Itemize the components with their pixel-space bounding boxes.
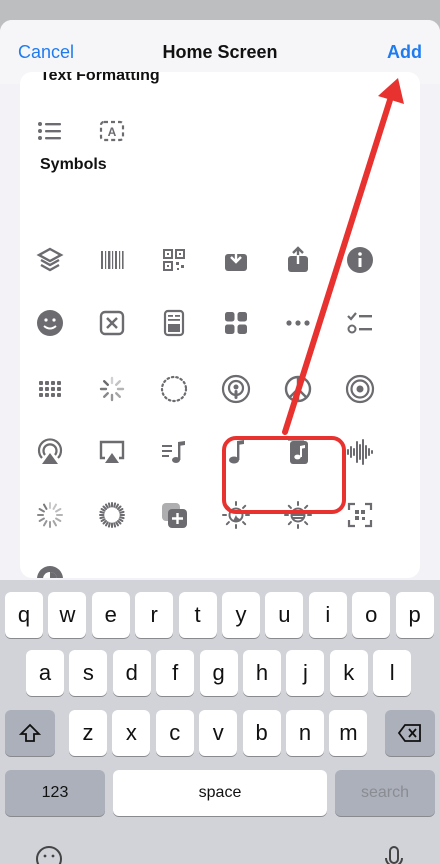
spinner-icon[interactable] — [88, 365, 136, 413]
dotted-circle-icon[interactable] — [150, 365, 198, 413]
add-button[interactable]: Add — [387, 42, 422, 63]
home-screen-sheet: Cancel Home Screen Add Text Formatting S… — [0, 20, 440, 590]
share-icon[interactable] — [274, 236, 322, 284]
key-v[interactable]: v — [199, 710, 238, 756]
loading-rays-icon[interactable] — [26, 491, 74, 539]
stack-layers-icon[interactable] — [26, 236, 74, 284]
airplay-audio-icon[interactable] — [26, 428, 74, 476]
symbol-grid: A — [20, 72, 420, 578]
shift-key[interactable] — [5, 710, 55, 756]
numbers-key[interactable]: 123 — [5, 770, 105, 816]
shift-icon — [19, 723, 41, 742]
key-t[interactable]: t — [178, 592, 217, 638]
key-z[interactable]: z — [69, 710, 107, 756]
key-b[interactable]: b — [242, 710, 281, 756]
dots-grid-icon[interactable] — [26, 365, 74, 413]
annotation-highlight-box — [222, 436, 346, 514]
key-u[interactable]: u — [265, 592, 304, 638]
qr-code-icon[interactable] — [150, 236, 198, 284]
xmark-square-icon[interactable] — [88, 299, 136, 347]
add-stack-icon[interactable] — [150, 491, 198, 539]
contrast-icon[interactable] — [26, 555, 74, 578]
key-a[interactable]: a — [26, 650, 64, 696]
text-format-icon[interactable]: A — [88, 107, 136, 155]
key-p[interactable]: p — [395, 592, 434, 638]
key-m[interactable]: m — [329, 710, 368, 756]
key-w[interactable]: w — [48, 592, 87, 638]
grid-apps-icon[interactable] — [212, 299, 260, 347]
space-key[interactable]: space — [113, 770, 327, 816]
info-icon[interactable] — [336, 236, 384, 284]
key-k[interactable]: k — [329, 650, 368, 696]
key-n[interactable]: n — [286, 710, 324, 756]
key-h[interactable]: h — [243, 650, 281, 696]
smiley-icon[interactable] — [26, 299, 74, 347]
barcode-icon[interactable] — [88, 236, 136, 284]
peace-icon[interactable] — [274, 365, 322, 413]
emoji-icon[interactable] — [34, 844, 64, 864]
podcast-icon[interactable] — [212, 365, 260, 413]
list-bullet-icon[interactable] — [26, 107, 74, 155]
checklist-icon[interactable] — [336, 299, 384, 347]
tray-download-icon[interactable] — [212, 236, 260, 284]
search-key[interactable]: search — [335, 770, 435, 816]
key-i[interactable]: i — [308, 592, 347, 638]
key-y[interactable]: y — [222, 592, 260, 638]
key-s[interactable]: s — [69, 650, 108, 696]
id-card-icon[interactable] — [150, 299, 198, 347]
svg-text:A: A — [108, 125, 117, 139]
music-list-icon[interactable] — [150, 428, 198, 476]
airplay-video-icon[interactable] — [88, 428, 136, 476]
key-x[interactable]: x — [112, 710, 151, 756]
key-c[interactable]: c — [155, 710, 194, 756]
key-g[interactable]: g — [199, 650, 238, 696]
broadcast-icon[interactable] — [336, 365, 384, 413]
key-r[interactable]: r — [135, 592, 174, 638]
key-j[interactable]: j — [286, 650, 325, 696]
key-d[interactable]: d — [112, 650, 151, 696]
microphone-icon[interactable] — [382, 844, 406, 864]
keyboard: q w e r t y u i o p a s d f g h j k l z x c v b n m 123 space search — [0, 580, 440, 864]
backspace-key[interactable] — [385, 710, 435, 756]
key-f[interactable]: f — [156, 650, 195, 696]
key-q[interactable]: q — [5, 592, 43, 638]
cancel-button[interactable]: Cancel — [18, 42, 74, 63]
backspace-icon — [397, 724, 421, 742]
key-l[interactable]: l — [373, 650, 412, 696]
loading-ring-icon[interactable] — [88, 491, 136, 539]
ellipsis-icon[interactable] — [274, 299, 322, 347]
symbols-card: Text Formatting Symbols A — [20, 72, 420, 578]
key-o[interactable]: o — [352, 592, 391, 638]
key-e[interactable]: e — [91, 592, 130, 638]
